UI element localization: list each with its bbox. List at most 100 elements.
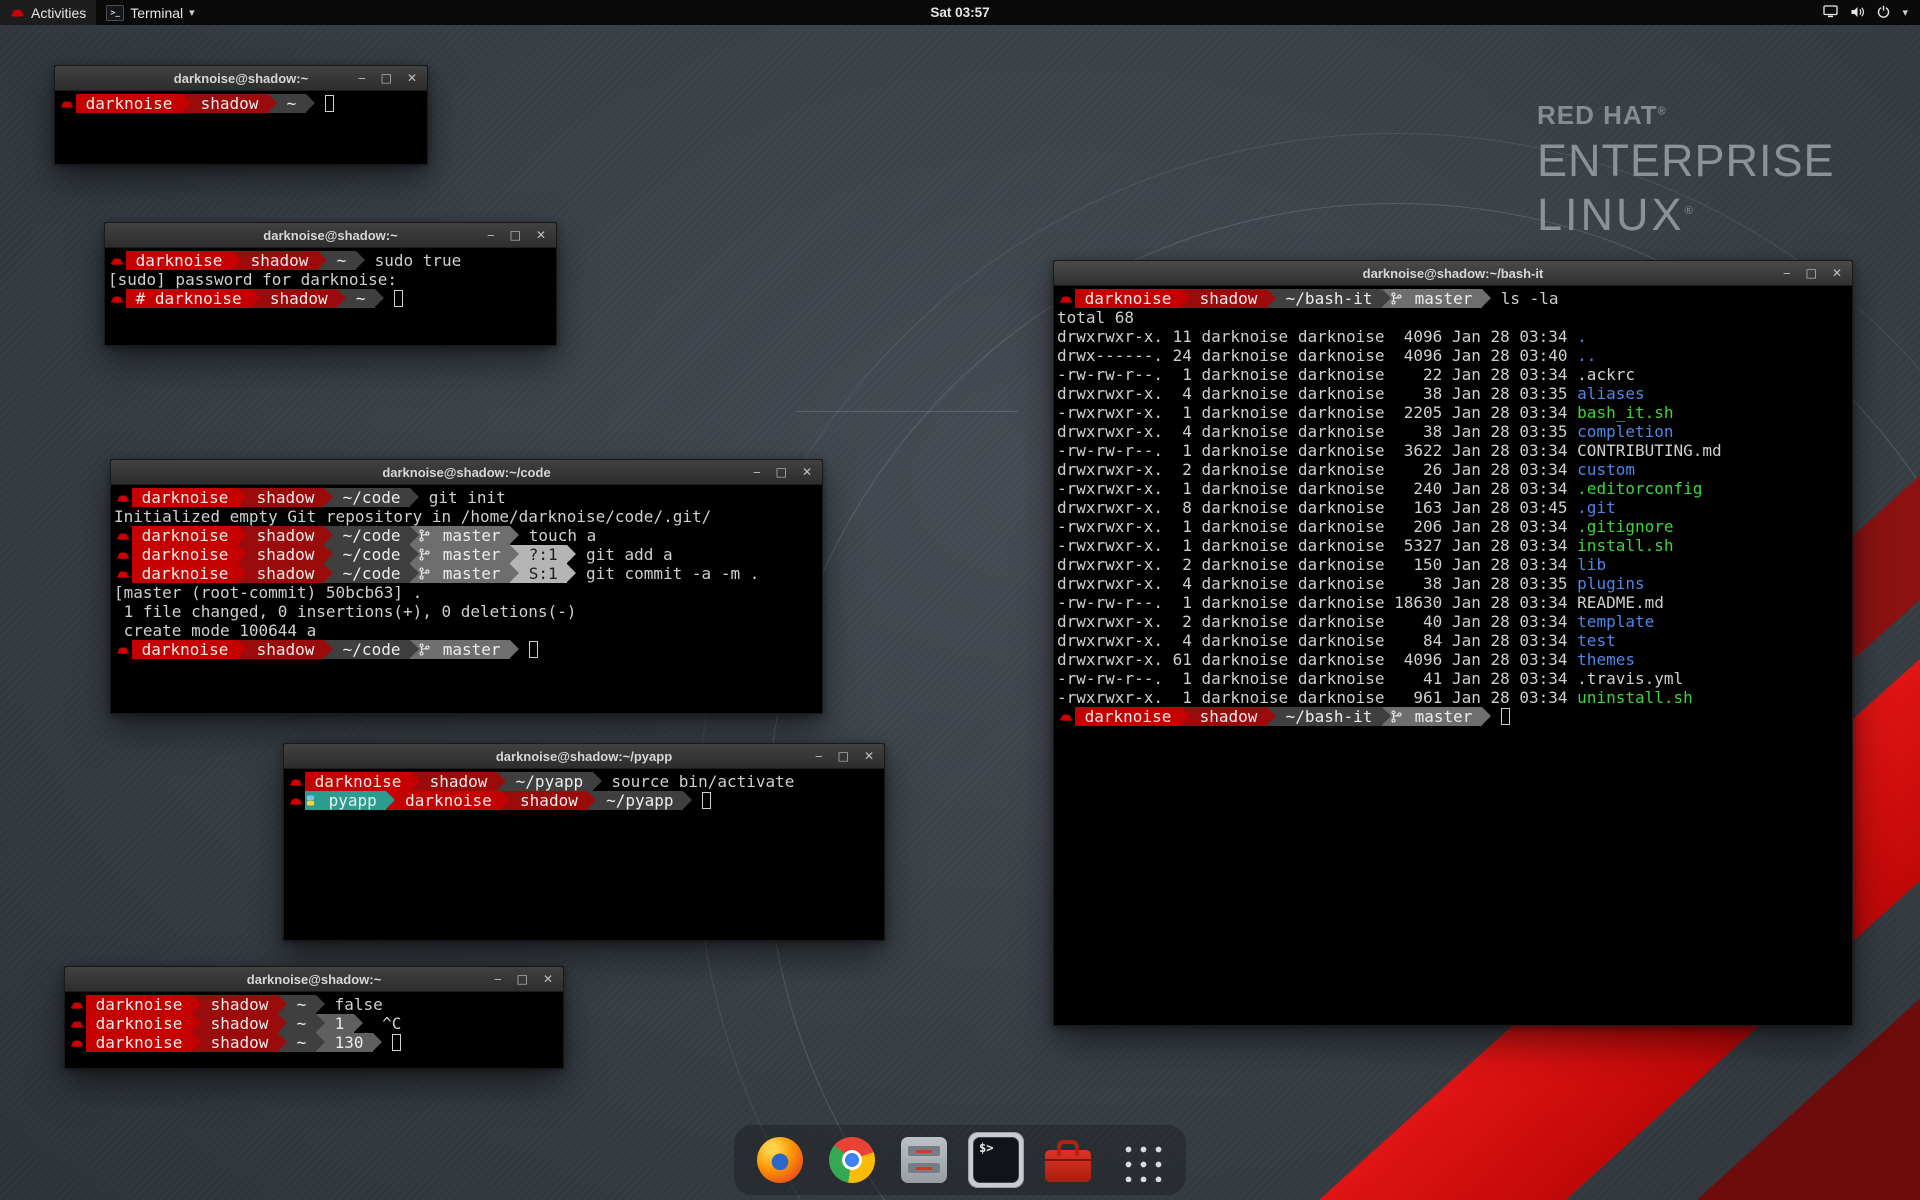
powerline-separator-icon [278,1014,287,1033]
redhat-prompt-icon [108,289,126,308]
prompt-segment: shadow [247,564,324,583]
files-dock-button[interactable] [896,1132,952,1188]
window-titlebar[interactable]: darknoise@shadow:~/code ‒ □ ✕ [111,460,822,485]
toolbox-dock-button[interactable] [1040,1132,1096,1188]
terminal-screen[interactable]: darknoise shadow ~ [55,91,427,164]
terminal-screen[interactable]: darknoise shadow ~ sudo true[sudo] passw… [105,248,556,345]
window-minimize-button[interactable]: ‒ [358,67,366,90]
branch-icon [419,567,430,580]
app-menu[interactable]: >_ Terminal ▾ [96,0,204,25]
prompt-segment: darknoise [305,772,411,791]
window-minimize-button[interactable]: ‒ [1783,262,1791,285]
terminal-screen[interactable]: darknoise shadow ~ false darknoise shado… [65,992,563,1068]
terminal-text: .editorconfig [1577,479,1702,498]
redhat-prompt-icon [287,791,305,810]
terminal-text: README.md [1577,593,1664,612]
files-icon [901,1137,947,1183]
app-grid-dock-button[interactable] [1112,1132,1168,1188]
terminal-screen[interactable]: darknoise shadow ~/pyapp source bin/acti… [284,769,884,940]
window-titlebar[interactable]: darknoise@shadow:~/pyapp ‒ □ ✕ [284,744,884,769]
terminal-text [315,94,325,113]
powerline-separator-icon [375,289,384,308]
activities-button[interactable]: Activities [0,0,96,25]
terminal-text: sudo true [365,251,461,270]
terminal-text: drwxrwxr-x. 2 darknoise darknoise 150 Ja… [1057,555,1577,574]
window-titlebar[interactable]: darknoise@shadow:~ ‒ □ ✕ [105,223,556,248]
prompt-segment: shadow [201,1014,278,1033]
terminal-text: themes [1577,650,1635,669]
terminal-screen[interactable]: darknoise shadow ~/bash-it master ls -la… [1054,286,1852,1025]
window-close-button[interactable]: ✕ [407,67,417,90]
toolbox-icon [1045,1150,1091,1182]
prompt-segment: pyapp [305,791,386,810]
powerline-separator-icon [278,1033,287,1052]
powerline-separator-icon [192,995,201,1014]
terminal-line: drwxrwxr-x. 8 darknoise darknoise 163 Ja… [1057,498,1852,517]
prompt-segment: ~/code [333,526,410,545]
prompt-segment: ~ [287,1014,316,1033]
window-close-button[interactable]: ✕ [864,745,874,768]
terminal-text: .ackrc [1577,365,1635,384]
firefox-dock-button[interactable] [752,1132,808,1188]
window-maximize-button[interactable]: □ [381,67,392,90]
powerline-separator-icon [410,526,419,545]
terminal-text [384,289,394,308]
window-title: darknoise@shadow:~/bash-it [1054,266,1852,281]
powerline-separator-icon [593,772,602,791]
terminal-dock-button[interactable] [968,1132,1024,1188]
terminal-text: -rwxrwxr-x. 1 darknoise darknoise 206 Ja… [1057,517,1577,536]
window-close-button[interactable]: ✕ [802,461,812,484]
window-maximize-button[interactable]: □ [510,224,521,247]
window-minimize-button[interactable]: ‒ [494,968,502,991]
terminal-text: -rwxrwxr-x. 1 darknoise darknoise 5327 J… [1057,536,1577,555]
clock[interactable]: Sat 03:57 [930,5,989,20]
terminal-line: -rwxrwxr-x. 1 darknoise darknoise 240 Ja… [1057,479,1852,498]
powerline-separator-icon [232,251,241,270]
terminal-text: 1 file changed, 0 insertions(+), 0 delet… [114,602,576,621]
terminal-text: plugins [1577,574,1644,593]
system-status-area[interactable]: ▾ [1823,0,1920,25]
window-titlebar[interactable]: darknoise@shadow:~ ‒ □ ✕ [65,967,563,992]
window-maximize-button[interactable]: □ [838,745,849,768]
powerline-separator-icon [1482,289,1491,308]
powerline-separator-icon [251,289,260,308]
window-maximize-button[interactable]: □ [776,461,787,484]
prompt-segment: ~ [346,289,375,308]
window-close-button[interactable]: ✕ [1832,262,1842,285]
window-title: darknoise@shadow:~/code [111,465,822,480]
terminal-text: -rw-rw-r--. 1 darknoise darknoise 3622 J… [1057,441,1577,460]
terminal-text [692,791,702,810]
powerline-separator-icon [386,791,395,810]
chrome-dock-button[interactable] [824,1132,880,1188]
powerline-separator-icon [1382,289,1391,308]
window-titlebar[interactable]: darknoise@shadow:~/bash-it ‒ □ ✕ [1054,261,1852,286]
terminal-text: drwxrwxr-x. 4 darknoise darknoise 38 Jan… [1057,384,1577,403]
window-titlebar[interactable]: darknoise@shadow:~ ‒ □ ✕ [55,66,427,91]
terminal-text: drwxrwxr-x. 8 darknoise darknoise 163 Ja… [1057,498,1577,517]
prompt-segment: ~/bash-it [1276,707,1382,726]
branch-icon [419,548,430,561]
window-minimize-button[interactable]: ‒ [753,461,761,484]
window-close-button[interactable]: ✕ [543,968,553,991]
window-maximize-button[interactable]: □ [1806,262,1817,285]
prompt-segment: shadow [247,545,324,564]
powerline-separator-icon [1482,707,1491,726]
powerline-separator-icon [316,995,325,1014]
prompt-segment: darknoise [1075,289,1181,308]
powerline-separator-icon [238,545,247,564]
prompt-segment: master [419,526,510,545]
window-close-button[interactable]: ✕ [536,224,546,247]
terminal-line: -rw-rw-r--. 1 darknoise darknoise 22 Jan… [1057,365,1852,384]
powerline-separator-icon [356,251,365,270]
powerline-separator-icon [238,488,247,507]
window-minimize-button[interactable]: ‒ [487,224,495,247]
terminal-app-icon: >_ [106,5,124,21]
window-maximize-button[interactable]: □ [517,968,528,991]
terminal-line: darknoise shadow ~ [58,94,427,113]
prompt-segment: shadow [247,640,324,659]
powerline-separator-icon [410,545,419,564]
terminal-screen[interactable]: darknoise shadow ~/code git initInitiali… [111,485,822,713]
window-minimize-button[interactable]: ‒ [815,745,823,768]
powerline-separator-icon [238,526,247,545]
terminal-line: # darknoise shadow ~ [108,289,556,308]
